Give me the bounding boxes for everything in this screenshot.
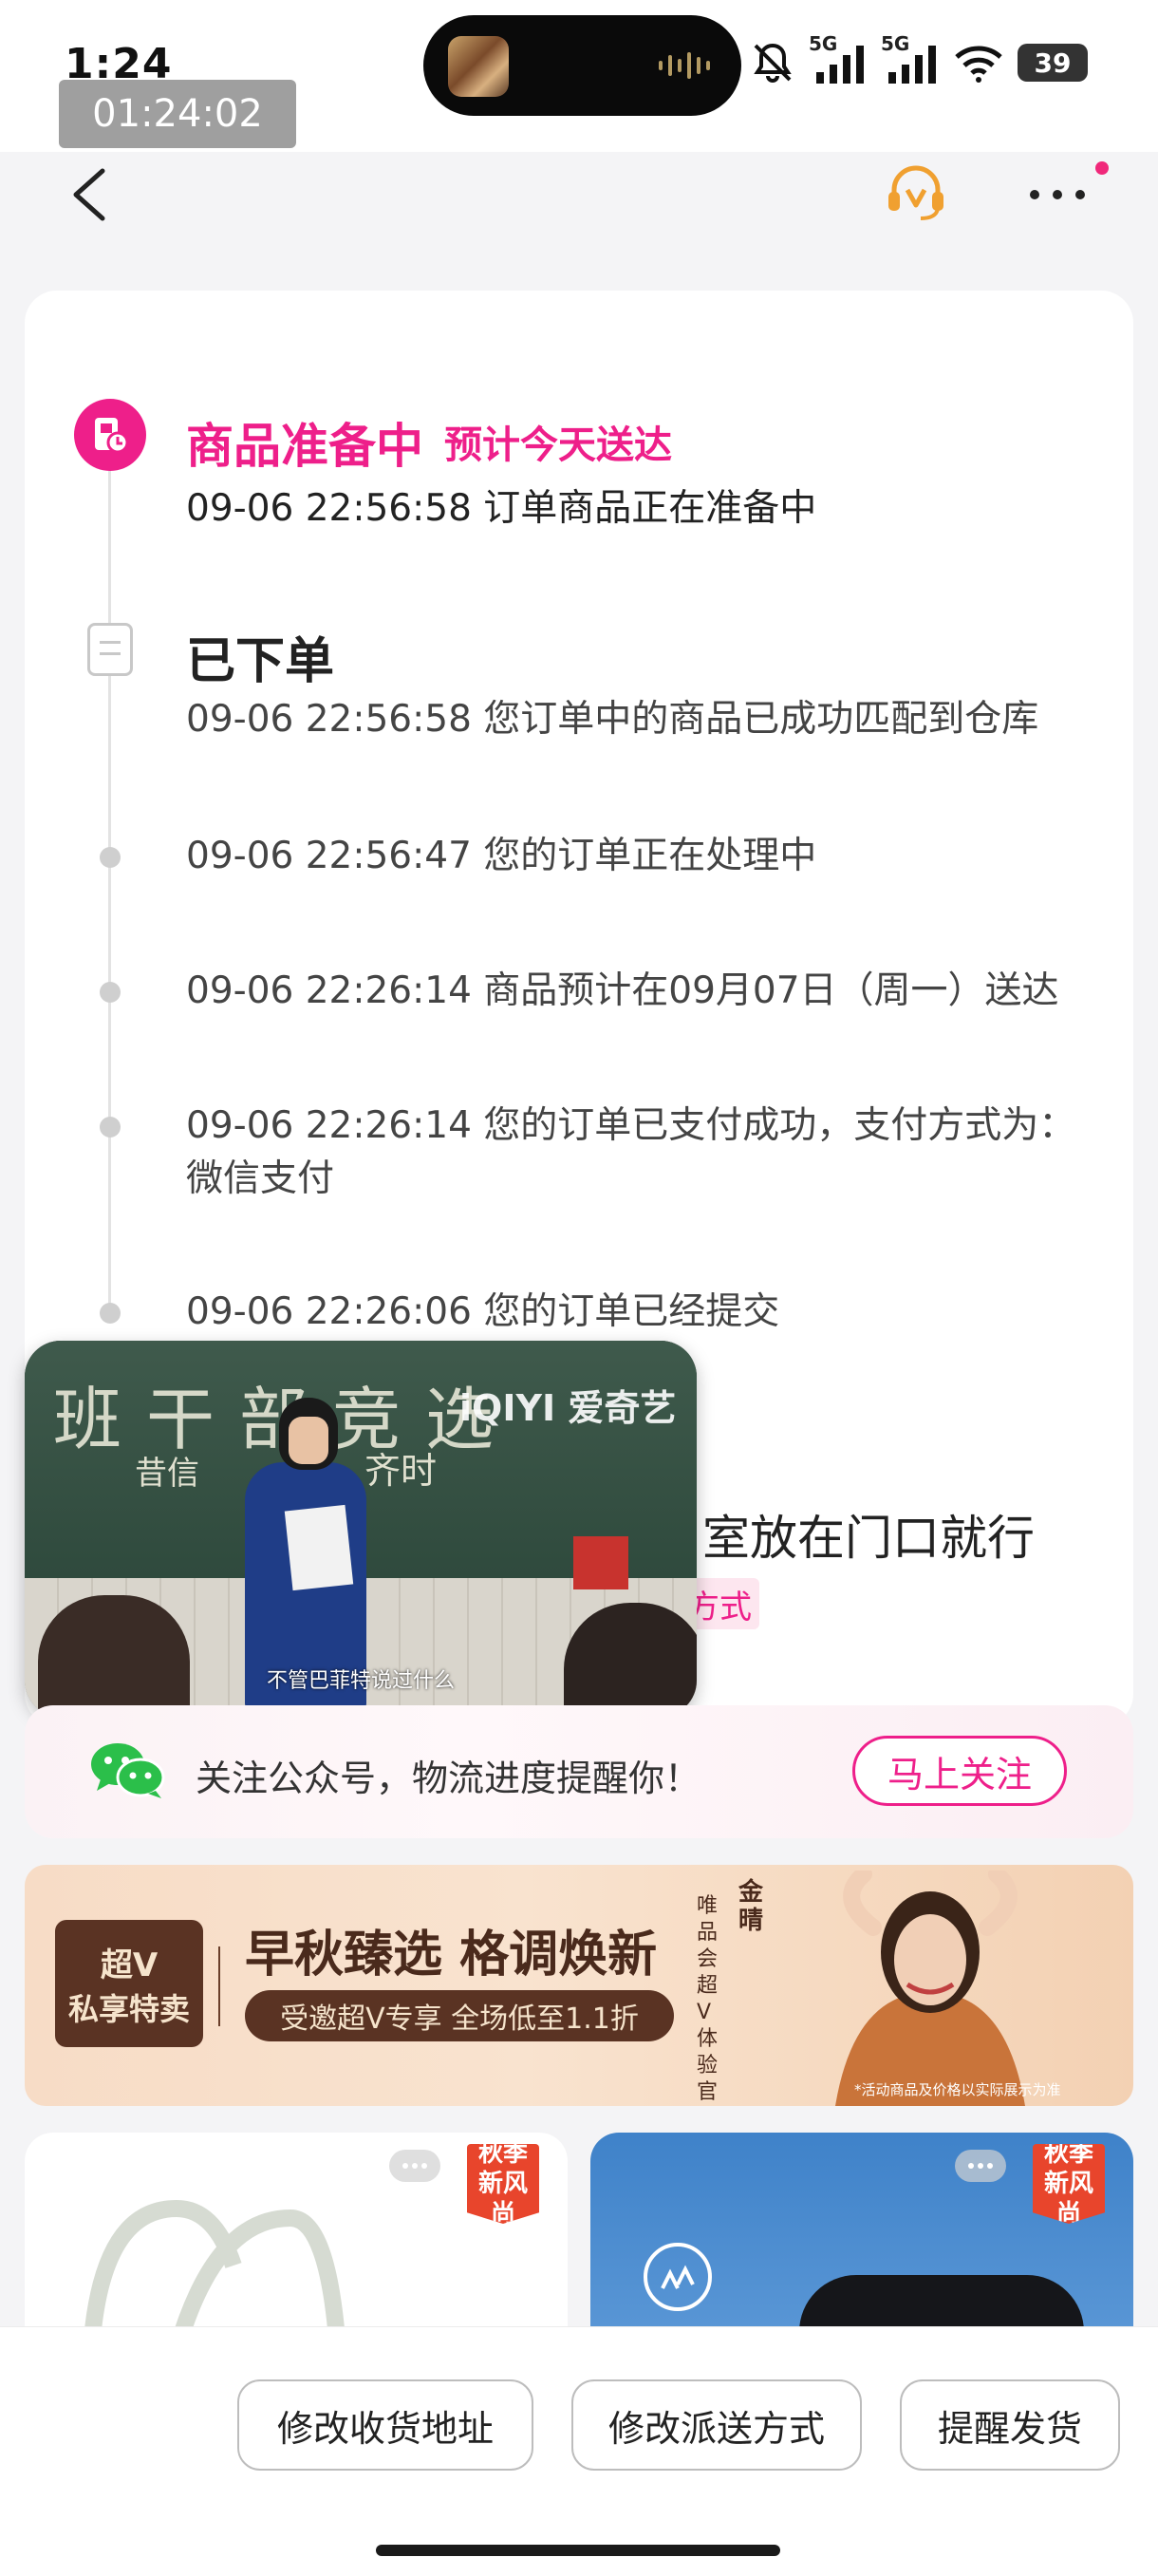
edit-delivery-button[interactable]: 修改派送方式 [571, 2379, 862, 2471]
battery-level: 39 [1034, 47, 1072, 79]
season-tag-line-2: 新风尚 [1043, 2170, 1093, 2228]
timeline-dot [100, 847, 121, 868]
brand-logo-icon [644, 2243, 712, 2311]
promo-footnote: *活动商品及价格以实际展示为准 [854, 2081, 1061, 2098]
order-placed-title: 已下单 [186, 633, 335, 690]
promo-divider [218, 1946, 220, 2026]
chalkboard-text-1: 昔信 [135, 1455, 199, 1493]
timeline-event: 09-06 22:26:14 商品预计在09月07日（周一）送达 [186, 969, 1059, 1012]
battery-icon: 39 [1018, 44, 1088, 82]
wifi-icon [955, 46, 1002, 83]
red-box [573, 1536, 628, 1589]
super-v-badge: 超V 私享特卖 [55, 1920, 203, 2047]
now-playing-thumbnail[interactable] [448, 36, 509, 97]
remind-ship-button[interactable]: 提醒发货 [900, 2379, 1120, 2471]
video-subtitle: 不管巴菲特说过什么 [266, 1669, 455, 1693]
chalkboard-text-2: 齐时 [364, 1450, 438, 1492]
season-tag-line-1: 秋季 [477, 2139, 528, 2168]
product-more-icon[interactable] [955, 2150, 1006, 2182]
timeline-dot [100, 1117, 121, 1138]
paper-sheet [284, 1504, 354, 1591]
signal-icon-2: 5G [881, 32, 940, 85]
current-status-detail: 09-06 22:56:58 订单商品正在准备中 [186, 487, 817, 530]
speaker-face [289, 1417, 328, 1464]
iqiyi-logo: iQIYI 爱奇艺 [459, 1387, 677, 1429]
badge-line-1: 超V [100, 1946, 159, 1984]
timeline-line [108, 446, 111, 1320]
preparing-icon [74, 399, 146, 471]
ambassador-name: 金晴 [738, 1878, 764, 1935]
recording-timer: 01:24:02 [59, 80, 296, 148]
customer-service-button[interactable] [883, 161, 949, 224]
mute-bell-icon [754, 43, 792, 83]
season-tag-line-1: 秋季 [1043, 2139, 1093, 2168]
promo-title: 早秋臻选 格调焕新 [245, 1927, 658, 1984]
pip-video-player[interactable]: 班干部竞选 昔信 齐时 iQIYI 爱奇艺 不管巴菲特说过什么 [25, 1341, 697, 1717]
order-placed-detail: 09-06 22:56:58 您订单中的商品已成功匹配到仓库 [186, 698, 1039, 741]
ambassador-photo [835, 1871, 1025, 2106]
notification-dot [1095, 161, 1109, 175]
order-placed-icon [87, 623, 133, 676]
timeline-event: 09-06 22:56:47 您的订单正在处理中 [186, 835, 817, 877]
more-button[interactable] [1023, 171, 1092, 218]
timeline-dot [100, 982, 121, 1003]
product-card[interactable]: 秋季 新风尚 [590, 2133, 1133, 2341]
season-tag-line-2: 新风尚 [477, 2170, 528, 2228]
timeline-event: 09-06 22:26:06 您的订单已经提交 [186, 1290, 780, 1333]
edit-address-button[interactable]: 修改收货地址 [237, 2379, 533, 2471]
follow-text: 关注公众号，物流进度提醒你！ [196, 1758, 701, 1799]
season-tag: 秋季 新风尚 [1033, 2144, 1105, 2224]
student-head [38, 1595, 190, 1717]
badge-line-2: 私享特卖 [67, 1990, 190, 2027]
current-status-title: 商品准备中 [186, 419, 423, 474]
promo-pill: 受邀超V专享 全场低至1.1折 [245, 1990, 674, 2041]
network-label-2: 5G [881, 32, 910, 55]
timeline-dot [100, 1303, 121, 1324]
audio-wave-icon [659, 49, 712, 82]
ambassador-role: 唯品会超V体验官 [697, 1894, 719, 2104]
timeline-event: 09-06 22:26:14 您的订单已支付成功，支付方式为：微信支付 [186, 1104, 1076, 1200]
signal-icon-1: 5G [809, 32, 868, 85]
current-status-eta: 预计今天送达 [444, 423, 672, 467]
product-image-bag-straps [83, 2199, 346, 2341]
delivery-note: 室放在门口就行 [702, 1511, 1035, 1566]
wechat-icon [91, 1743, 165, 1798]
status-icons: 5G 5G 39 [750, 32, 1088, 89]
home-indicator[interactable] [376, 2545, 780, 2556]
network-label-1: 5G [809, 32, 838, 55]
follow-button[interactable]: 马上关注 [852, 1736, 1067, 1806]
product-more-icon[interactable] [389, 2150, 440, 2182]
product-card[interactable]: 秋季 新风尚 [25, 2133, 568, 2341]
back-button[interactable] [63, 163, 120, 226]
season-tag: 秋季 新风尚 [467, 2144, 539, 2224]
